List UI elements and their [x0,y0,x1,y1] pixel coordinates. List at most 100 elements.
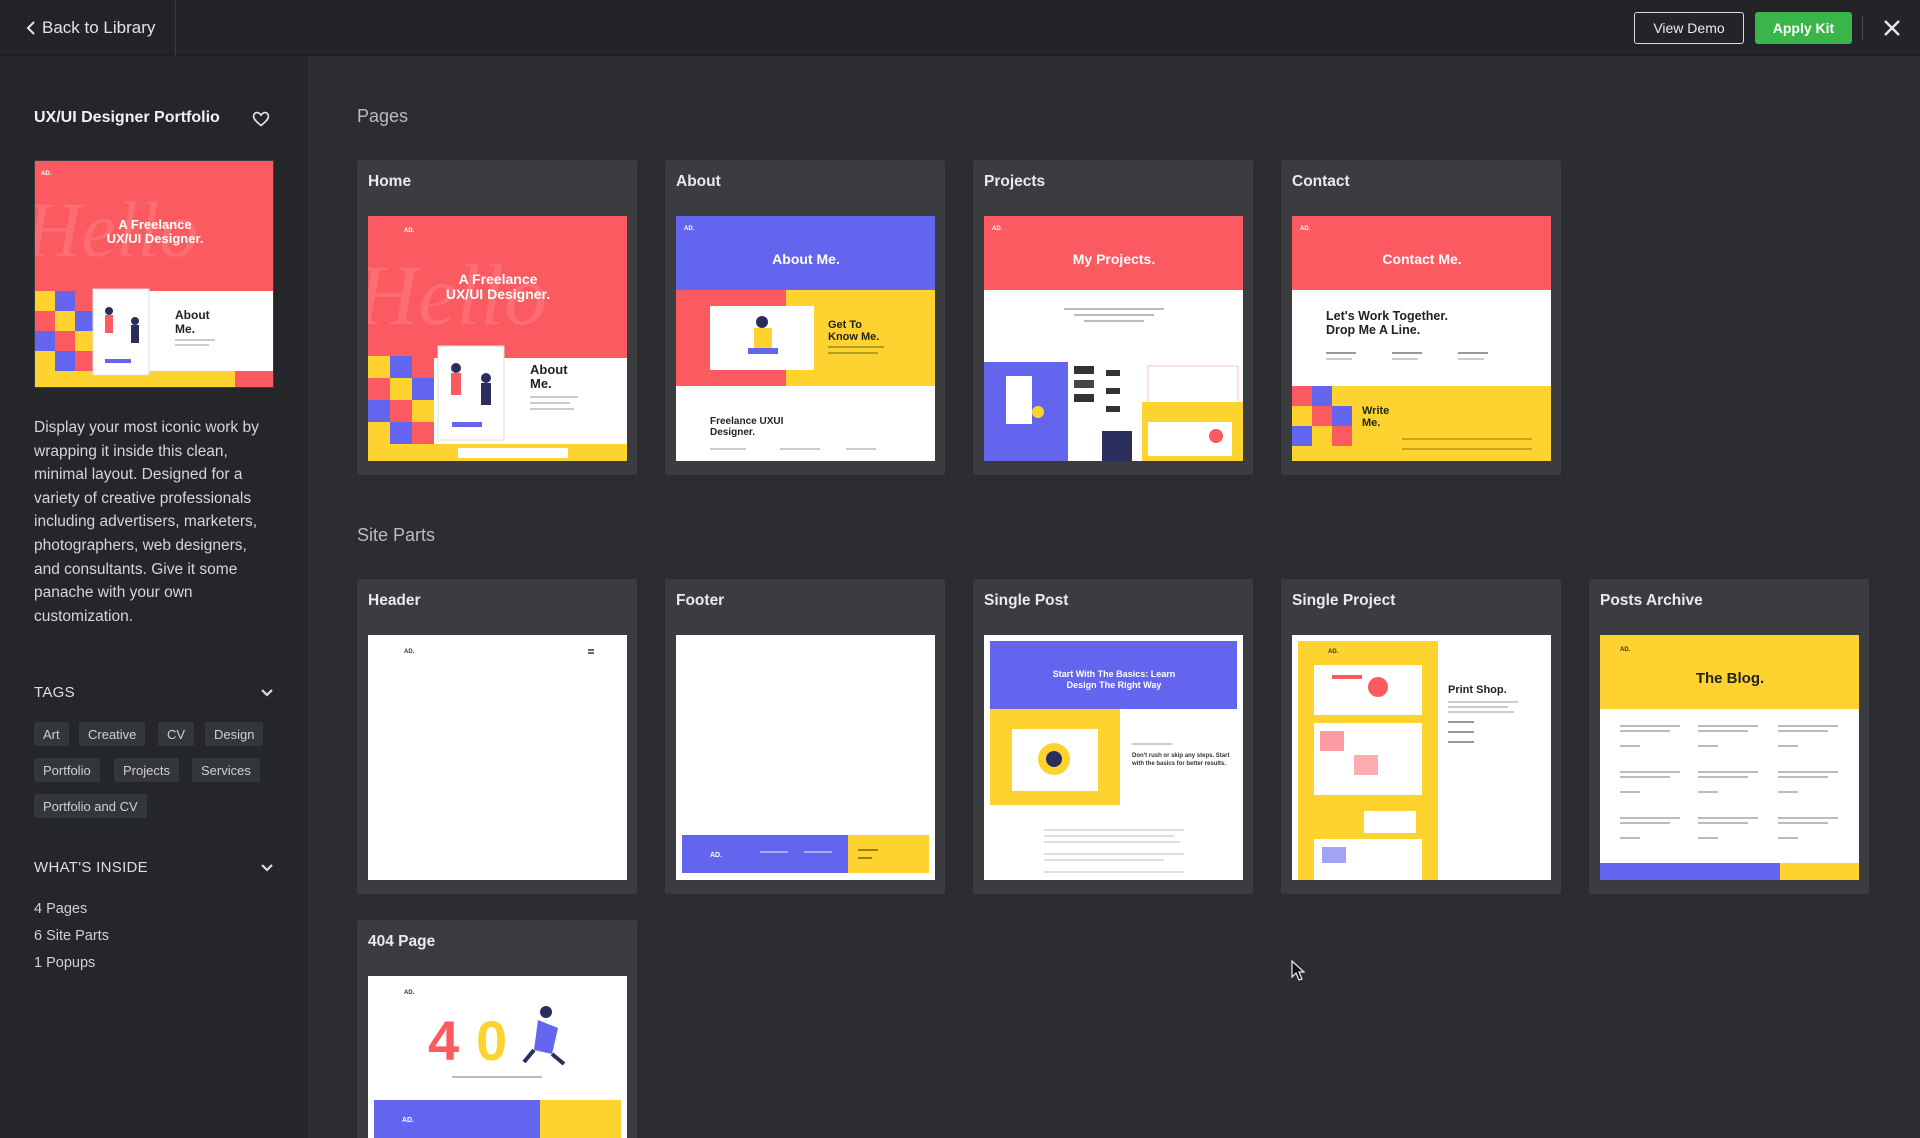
whats-inside-section-header[interactable]: WHAT'S INSIDE [34,859,274,876]
single-post-title-2: Design The Right Way [1067,680,1162,690]
tag-art[interactable]: Art [34,722,69,746]
tag-services[interactable]: Services [192,758,260,782]
projects-preview-image: AD. My Projects. [984,216,1243,461]
logo-text: AD. [1328,649,1339,655]
view-demo-button[interactable]: View Demo [1634,12,1744,44]
tags-title: TAGS [34,684,75,701]
chevron-left-icon [26,21,35,35]
tag-cv[interactable]: CV [158,722,195,746]
tags-section-header[interactable]: TAGS [34,684,274,701]
404-zero: 0 [476,1009,507,1072]
home-headline-2: UX/UI Designer. [446,286,550,302]
part-card-404[interactable]: 404 Page AD. 4 0 AD. [357,920,637,1138]
single-post-preview-image: Start With The Basics: Learn Design The … [984,635,1243,880]
404-preview-image: AD. 4 0 AD. [368,976,627,1138]
tag-projects[interactable]: Projects [114,758,179,782]
header-preview-image: AD. [368,635,627,880]
about-title: About Me. [772,251,840,267]
tag-portfolio-and-cv[interactable]: Portfolio and CV [34,794,147,818]
posts-archive-preview-image: AD. The Blog. [1600,635,1859,880]
posts-archive-title: The Blog. [1696,670,1764,687]
tag-design[interactable]: Design [205,722,264,746]
page-card-label: Contact [1292,173,1350,190]
kit-thumbnail: Hello AD. A Freelance UX/UI Designer. Ab… [34,160,274,388]
logo-text: AD. [1300,226,1311,232]
part-card-posts-archive[interactable]: Posts Archive AD. The Blog. [1589,579,1869,894]
single-project-preview-image: AD. Print Shop. [1292,635,1551,880]
home-headline-1: A Freelance [459,271,538,287]
kit-info-sidebar: UX/UI Designer Portfolio Hello AD. A Fre… [0,56,308,1138]
part-card-label: Single Post [984,592,1069,609]
about-get-to: Get To [828,319,862,331]
contact-preview-image: AD. Contact Me. Let's Work Together. Dro… [1292,216,1551,461]
chevron-down-icon [261,863,273,872]
contact-write: Write [1362,405,1389,417]
part-card-footer[interactable]: Footer AD. [665,579,945,894]
part-card-label: 404 Page [368,933,436,950]
back-to-library-link[interactable]: Back to Library [0,0,176,56]
thumb-about-me: Me. [175,322,195,336]
back-label: Back to Library [42,18,156,37]
heart-icon[interactable] [252,110,270,128]
part-card-label: Posts Archive [1600,592,1703,609]
page-card-projects[interactable]: Projects AD. My Projects. [973,160,1253,475]
page-card-home[interactable]: Home Hello AD. A Freelance UX/UI Designe… [357,160,637,475]
kit-title: UX/UI Designer Portfolio [34,109,220,126]
mouse-cursor-icon [1291,960,1305,981]
page-card-label: Projects [984,173,1046,190]
single-post-sub-1: Don't rush or skip any steps. Start [1132,753,1229,759]
contact-title: Contact Me. [1382,251,1461,267]
inside-popups-count: 1 Popups [34,955,96,971]
footer-preview-image: AD. [676,635,935,880]
page-card-label: About [676,173,721,190]
kit-preview-window: Back to Library View Demo Apply Kit UX/U… [0,0,1920,1138]
inside-site-parts-count: 6 Site Parts [34,928,109,944]
home-about: About [530,362,568,377]
part-card-label: Single Project [1292,592,1396,609]
logo-text: AD. [404,228,415,234]
logo-text: AD. [684,226,695,232]
404-four: 4 [428,1009,459,1072]
logo-text: AD. [404,990,415,996]
part-card-label: Footer [676,592,725,609]
tag-portfolio[interactable]: Portfolio [34,758,100,782]
home-about-me: Me. [530,376,552,391]
part-card-single-post[interactable]: Single Post Start With The Basics: Learn… [973,579,1253,894]
page-card-contact[interactable]: Contact AD. Contact Me. Let's Work Toget… [1281,160,1561,475]
page-card-label: Home [368,173,412,190]
contact-line-1: Let's Work Together. [1326,309,1448,323]
contact-write-me: Me. [1362,417,1380,429]
part-card-single-project[interactable]: Single Project AD. Print Shop. [1281,579,1561,894]
contact-line-2: Drop Me A Line. [1326,323,1420,337]
logo-text: AD. [41,171,52,177]
chevron-down-icon [261,688,273,697]
toolbar-divider [1862,16,1863,40]
logo-text: AD. [402,1117,414,1124]
close-icon[interactable] [1880,16,1904,40]
whats-inside-title: WHAT'S INSIDE [34,859,148,876]
kit-description: Display your most iconic work by wrappin… [34,419,259,625]
home-preview-image: Hello AD. A Freelance UX/UI Designer. Ab… [368,216,627,461]
logo-text: AD. [1620,647,1631,653]
about-bottom-2: Designer. [710,427,755,438]
single-post-title-1: Start With The Basics: Learn [1053,669,1175,679]
apply-kit-button[interactable]: Apply Kit [1755,12,1852,44]
about-know-me: Know Me. [828,331,879,343]
tag-creative[interactable]: Creative [79,722,146,746]
pages-section-title: Pages [357,106,409,126]
thumb-about: About [175,308,210,322]
single-post-sub-2: with the basics for better results. [1131,761,1226,767]
inside-pages-count: 4 Pages [34,901,88,917]
page-card-about[interactable]: About AD. About Me. Get To Know Me. Free… [665,160,945,475]
thumb-headline-2: UX/UI Designer. [107,231,204,246]
top-bar: Back to Library View Demo Apply Kit [0,0,1920,56]
about-bottom-1: Freelance UXUI [710,416,784,427]
site-parts-section-title: Site Parts [357,525,436,545]
part-card-header[interactable]: Header AD. [357,579,637,894]
projects-title: My Projects. [1073,251,1155,267]
thumb-headline-1: A Freelance [118,217,191,232]
part-card-label: Header [368,592,421,609]
logo-text: AD. [992,226,1003,232]
logo-text: AD. [404,649,415,655]
single-project-title: Print Shop. [1448,684,1507,696]
